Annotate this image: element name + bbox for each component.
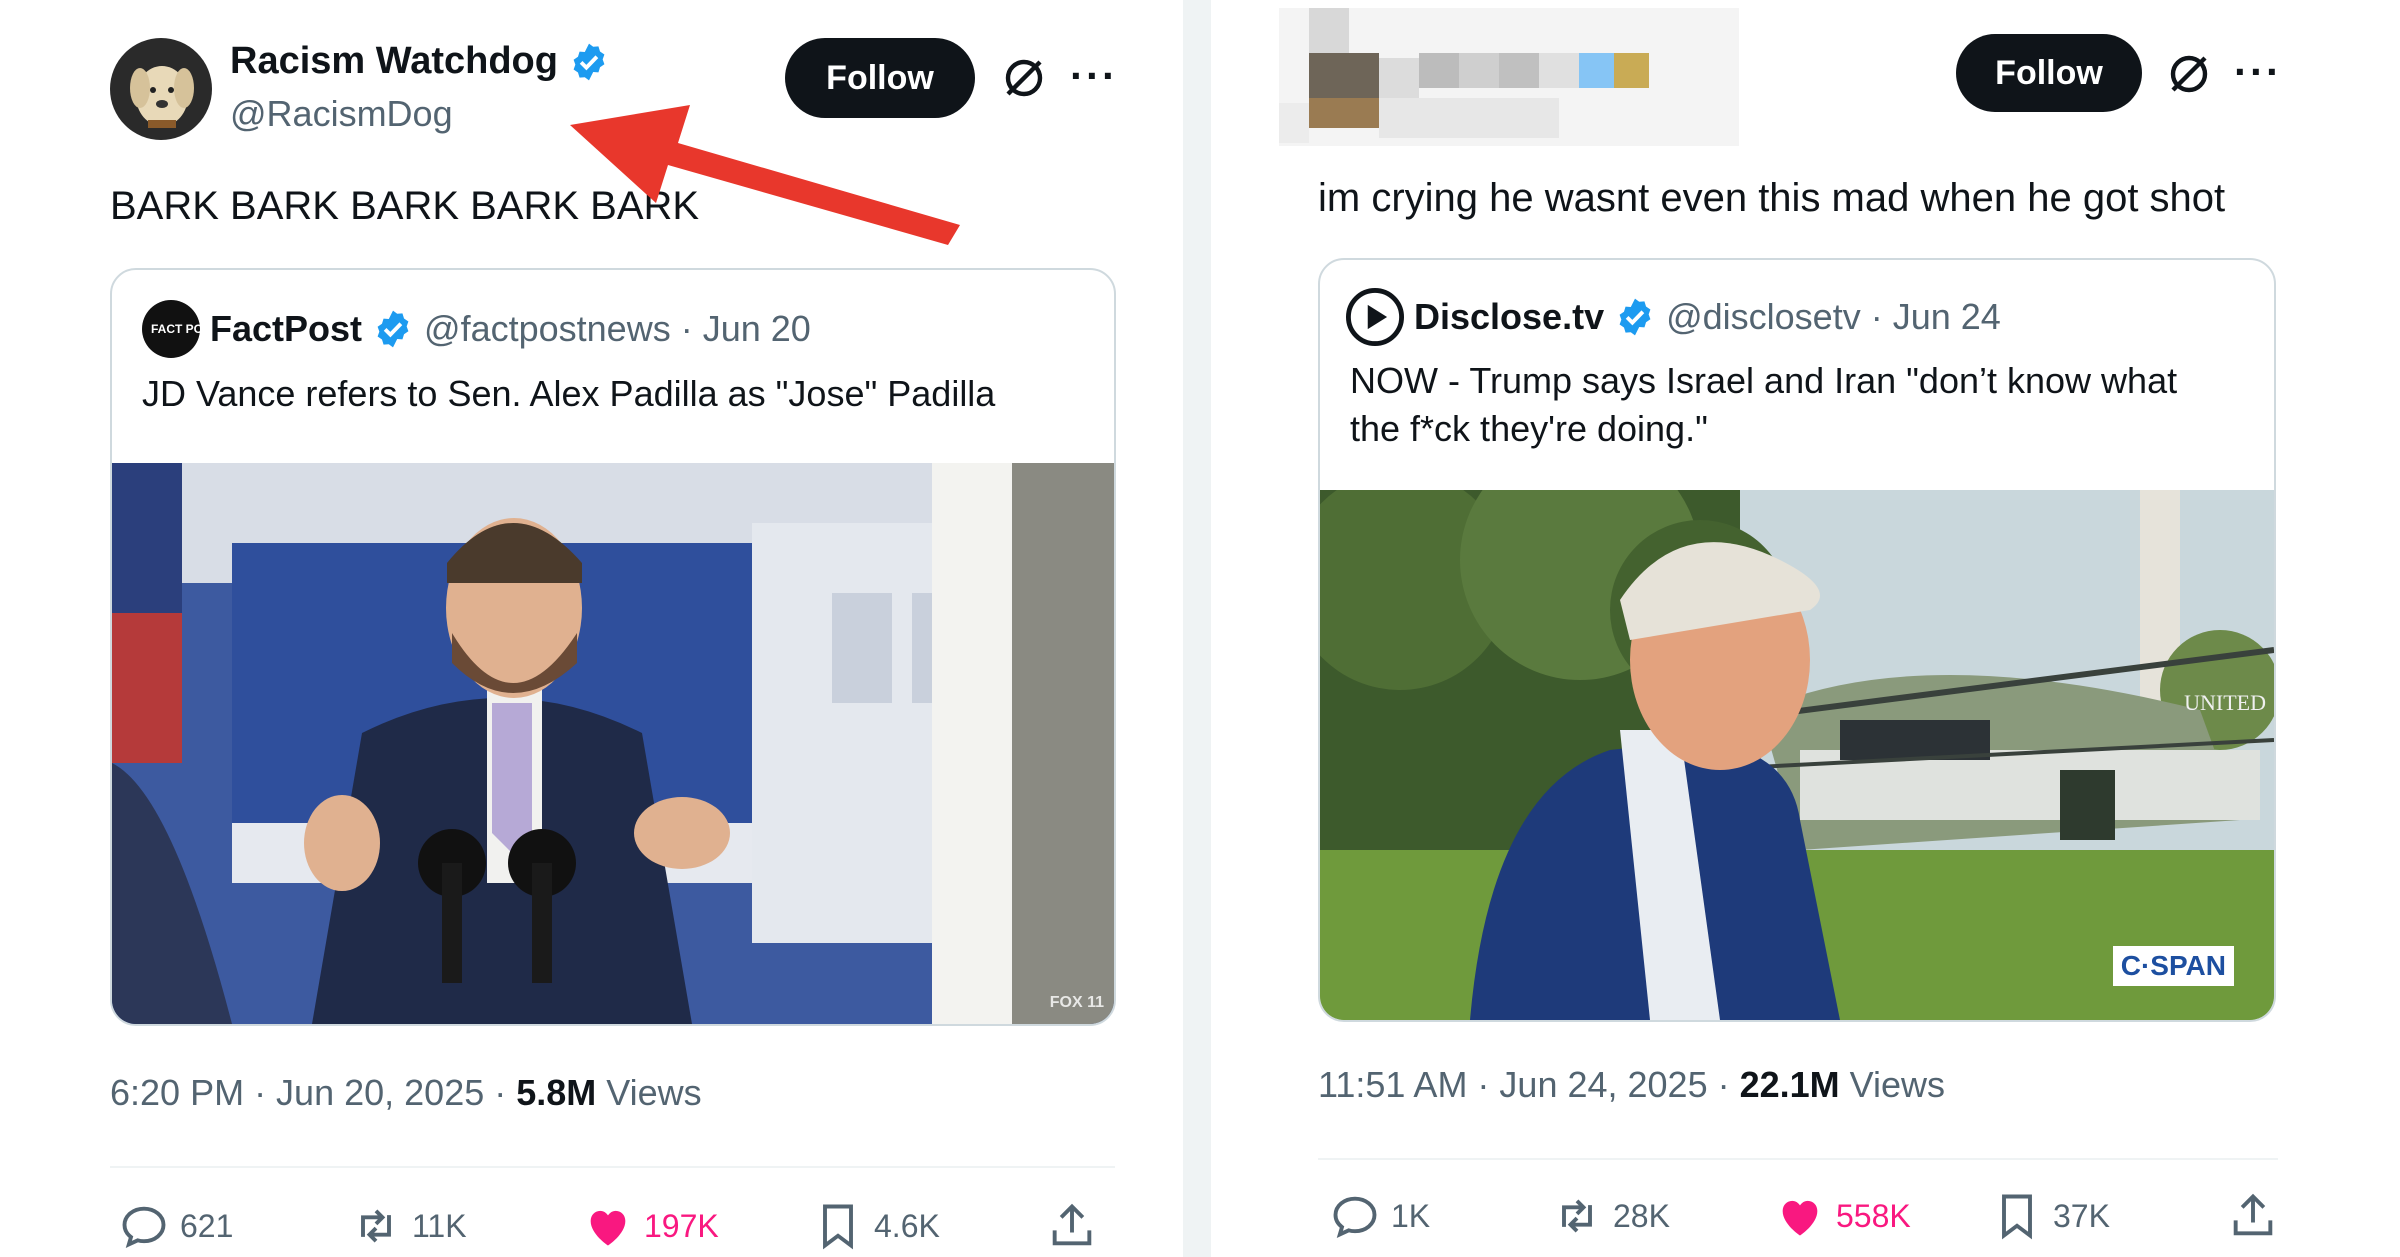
bookmark-icon [2002,1194,2032,1240]
red-arrow-annotation [570,105,960,245]
bookmark-count: 37K [2053,1197,2110,1234]
quote-date[interactable]: · Jun 24 [1871,296,2001,338]
heart-filled-icon [590,1210,626,1246]
quote-text: NOW - Trump says Israel and Iran "don’t … [1350,360,2178,449]
views-count: 22.1M [1739,1064,1840,1105]
separator [110,1166,1115,1168]
like-count: 558K [1836,1197,1911,1234]
column-divider [1183,0,1211,1257]
repost-button[interactable]: 28K [1551,1190,1670,1242]
verified-badge-icon [377,310,409,348]
bookmark-button[interactable]: 37K [1991,1190,2110,1242]
post-timestamp: 11:51 AM · Jun 24, 2025 · 22.1M Views [1318,1064,1946,1105]
quote-author-handle[interactable]: @disclosetv [1666,296,1861,338]
disclose-logo-icon [1346,288,1404,346]
reply-icon [122,1206,166,1248]
quote-media-image[interactable]: C·SPAN UNITED [1320,490,2274,1020]
quote-date[interactable]: · Jun 20 [681,308,811,350]
tweet-text: im crying he wasnt even this mad when he… [1318,176,2226,220]
reply-button[interactable]: 621 [118,1200,233,1252]
heart-filled-icon [1782,1200,1818,1236]
fox11-watermark: FOX 11 [1049,994,1104,1011]
right-post: Follow ··· im crying he wasnt even this … [1211,0,2400,1257]
bookmark-icon [823,1204,853,1250]
like-button[interactable]: 197K [582,1200,719,1252]
reply-button[interactable]: 1K [1329,1190,1430,1242]
quoted-tweet[interactable]: Disclose.tv @disclosetv · Jun 24 NOW - T… [1318,258,2276,1022]
more-options-icon[interactable]: ··· [2234,48,2282,96]
helicopter-lettering: UNITED [2184,690,2266,715]
cspan-watermark: C·SPAN [2112,946,2234,986]
follow-button[interactable]: Follow [1956,34,2142,112]
reply-count: 621 [180,1207,234,1244]
reply-icon [1333,1196,1377,1238]
factpost-logo-icon: FACT POST [142,300,218,358]
quote-header: Disclose.tv @disclosetv · Jun 24 [1346,288,2001,346]
bookmark-button[interactable]: 4.6K [812,1200,940,1252]
verified-badge-icon [573,43,605,80]
quote-text: JD Vance refers to Sen. Alex Padilla as … [142,373,996,414]
more-options-icon[interactable]: ··· [1070,52,1118,100]
quote-author-name[interactable]: Disclose.tv [1414,296,1604,338]
quoted-tweet[interactable]: FACT POST FactPost @factpostnews · Jun 2… [110,268,1116,1026]
share-icon [1052,1203,1092,1246]
quote-author-handle[interactable]: @factpostnews [424,308,671,350]
left-post: Racism Watchdog @RacismDog Follow ··· BA… [0,0,1183,1257]
censored-author-info [1279,8,1739,146]
quote-header: FACT POST FactPost @factpostnews · Jun 2… [142,300,811,358]
verified-badge-icon [1619,298,1651,336]
share-button[interactable] [1046,1200,1098,1252]
repost-icon [361,1209,391,1243]
quote-author-name[interactable]: FactPost [210,308,362,350]
like-count: 197K [644,1207,719,1244]
author-handle[interactable]: @RacismDog [230,93,453,135]
author-name[interactable]: Racism Watchdog [230,40,558,83]
grok-icon[interactable] [1000,54,1048,102]
separator [1318,1158,2278,1160]
author-name-row: Racism Watchdog [230,40,610,83]
quote-media-image[interactable]: FOX 11 [112,463,1114,1024]
share-button[interactable] [2227,1190,2279,1242]
post-timestamp: 6:20 PM · Jun 20, 2025 · 5.8M Views [110,1072,702,1113]
avatar[interactable] [110,38,212,140]
share-icon [2233,1193,2273,1236]
bookmark-count: 4.6K [874,1207,940,1244]
views-count: 5.8M [516,1072,597,1113]
repost-button[interactable]: 11K [350,1200,467,1252]
repost-count: 28K [1613,1197,1670,1234]
like-button[interactable]: 558K [1774,1190,1911,1242]
repost-icon [1562,1199,1592,1233]
grok-icon[interactable] [2165,50,2213,98]
reply-count: 1K [1391,1197,1431,1234]
repost-count: 11K [412,1207,467,1244]
